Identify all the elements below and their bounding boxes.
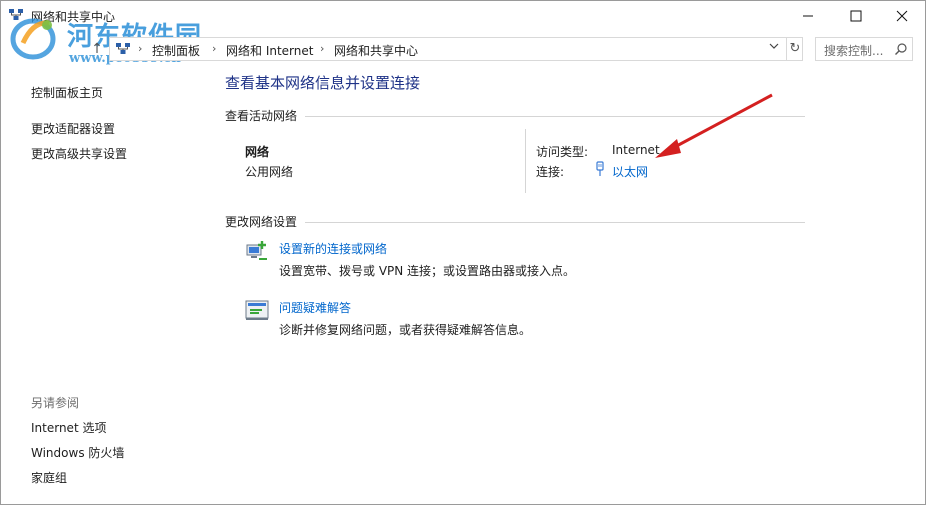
close-icon (896, 10, 908, 22)
breadcrumb-separator-icon: › (212, 42, 217, 55)
troubleshoot-desc: 诊断并修复网络问题，或者获得疑难解答信息。 (279, 323, 532, 337)
window-title: 网络和共享中心 (31, 10, 116, 24)
active-networks-heading: 查看活动网络 (225, 109, 298, 123)
windows-firewall-link[interactable]: Windows 防火墙 (31, 444, 124, 461)
control-panel-icon (116, 43, 130, 54)
search-input[interactable]: 搜索控制... (815, 37, 913, 61)
change-adapter-settings-link[interactable]: 更改适配器设置 (31, 120, 115, 137)
homegroup-link[interactable]: 家庭组 (31, 469, 67, 486)
ethernet-icon (596, 161, 604, 176)
address-bar[interactable]: › 控制面板 › 网络和 Internet › 网络和共享中心 ↻ (109, 37, 803, 61)
minimize-button[interactable] (785, 1, 831, 31)
maximize-button[interactable] (833, 1, 879, 31)
see-also-header: 另请参阅 (31, 396, 80, 410)
breadcrumb-control-panel[interactable]: 控制面板 (152, 42, 200, 59)
access-type-label: 访问类型: (536, 145, 589, 159)
maximize-icon (850, 10, 862, 22)
change-settings-heading: 更改网络设置 (225, 215, 298, 229)
change-advanced-sharing-link[interactable]: 更改高级共享设置 (31, 145, 127, 162)
network-name: 网络 (245, 145, 270, 159)
minimize-icon (803, 15, 813, 17)
refresh-icon[interactable]: ↻ (786, 38, 803, 60)
control-panel-home-link[interactable]: 控制面板主页 (31, 84, 103, 101)
troubleshoot-link[interactable]: 问题疑难解答 (279, 299, 351, 316)
breadcrumb-separator-icon: › (138, 42, 143, 55)
internet-options-link[interactable]: Internet 选项 (31, 419, 106, 436)
breadcrumb-separator-icon: › (320, 42, 325, 55)
setup-new-connection-desc: 设置宽带、拨号或 VPN 连接；或设置路由器或接入点。 (279, 264, 576, 278)
up-arrow-icon[interactable]: ↑ (87, 39, 107, 59)
network-type[interactable]: 公用网络 (245, 163, 293, 180)
annotation-arrow-icon (655, 93, 773, 158)
section-divider (305, 222, 805, 223)
network-sharing-center-window: 网络和共享中心 河东软件园 www.pc0359.cn ↑ (0, 0, 926, 505)
close-button[interactable] (879, 1, 925, 31)
troubleshoot-icon (245, 300, 269, 320)
breadcrumb-network-sharing-center[interactable]: 网络和共享中心 (334, 42, 418, 59)
chevron-down-icon[interactable] (766, 41, 782, 57)
network-app-icon (9, 9, 23, 20)
connection-label: 连接: (536, 165, 565, 179)
network-info-divider (525, 129, 526, 193)
search-placeholder: 搜索控制... (824, 44, 884, 58)
title-bar: 网络和共享中心 (1, 1, 925, 31)
search-icon[interactable] (894, 42, 908, 56)
breadcrumb-network-internet[interactable]: 网络和 Internet (226, 42, 313, 59)
navigation-bar: ↑ › 控制面板 › 网络和 Internet › 网络和共享中心 ↻ 搜索控制… (1, 35, 925, 63)
new-connection-icon (246, 241, 267, 260)
page-title: 查看基本网络信息并设置连接 (225, 74, 421, 92)
setup-new-connection-link[interactable]: 设置新的连接或网络 (279, 240, 387, 257)
